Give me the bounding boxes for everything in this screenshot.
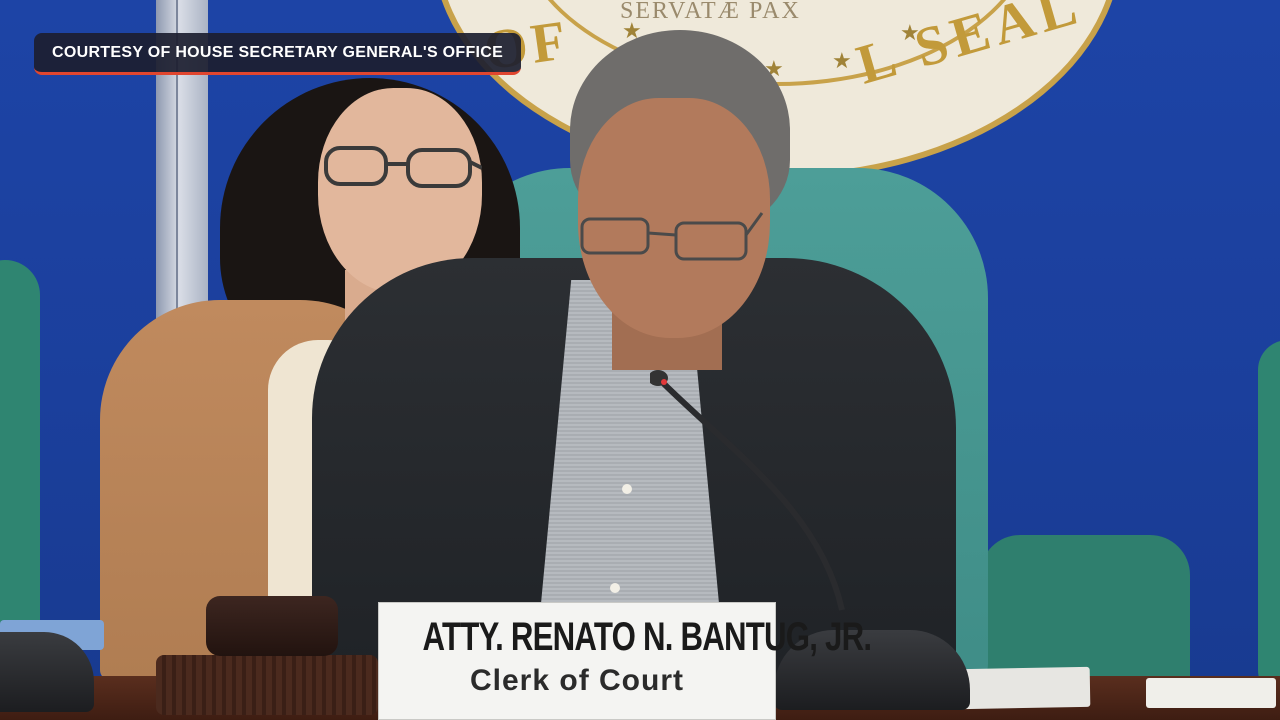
papers	[1146, 678, 1276, 708]
video-frame: SERVATÆ PAX OF L SEAL ★ ★ ★ ★ ATTY. RENA…	[0, 0, 1280, 720]
woman-glasses-icon	[324, 146, 482, 188]
chair-left	[0, 260, 40, 660]
seal-star-icon: ★	[832, 48, 852, 73]
microphone-icon	[650, 370, 845, 611]
courtesy-caption: COURTESY OF HOUSE SECRETARY GENERAL'S OF…	[34, 33, 522, 75]
seal-star-icon: ★	[900, 20, 920, 45]
man-glasses-icon	[580, 212, 764, 261]
nameplate: ATTY. RENATO N. BANTUG, JR. Clerk of Cou…	[378, 602, 872, 720]
nameplate-name: ATTY. RENATO N. BANTUG, JR.	[422, 615, 872, 659]
chair-far-right	[1258, 340, 1280, 700]
papers	[959, 666, 1091, 710]
caption-text: COURTESY OF HOUSE SECRETARY GENERAL'S OF…	[52, 43, 504, 61]
nameplate-title: Clerk of Court	[469, 664, 684, 697]
gavel-block	[156, 655, 378, 715]
gavel-icon	[206, 596, 338, 656]
seal-motto: SERVATÆ PAX	[620, 0, 801, 24]
shirt-button	[610, 583, 620, 593]
shirt-button	[622, 484, 632, 494]
